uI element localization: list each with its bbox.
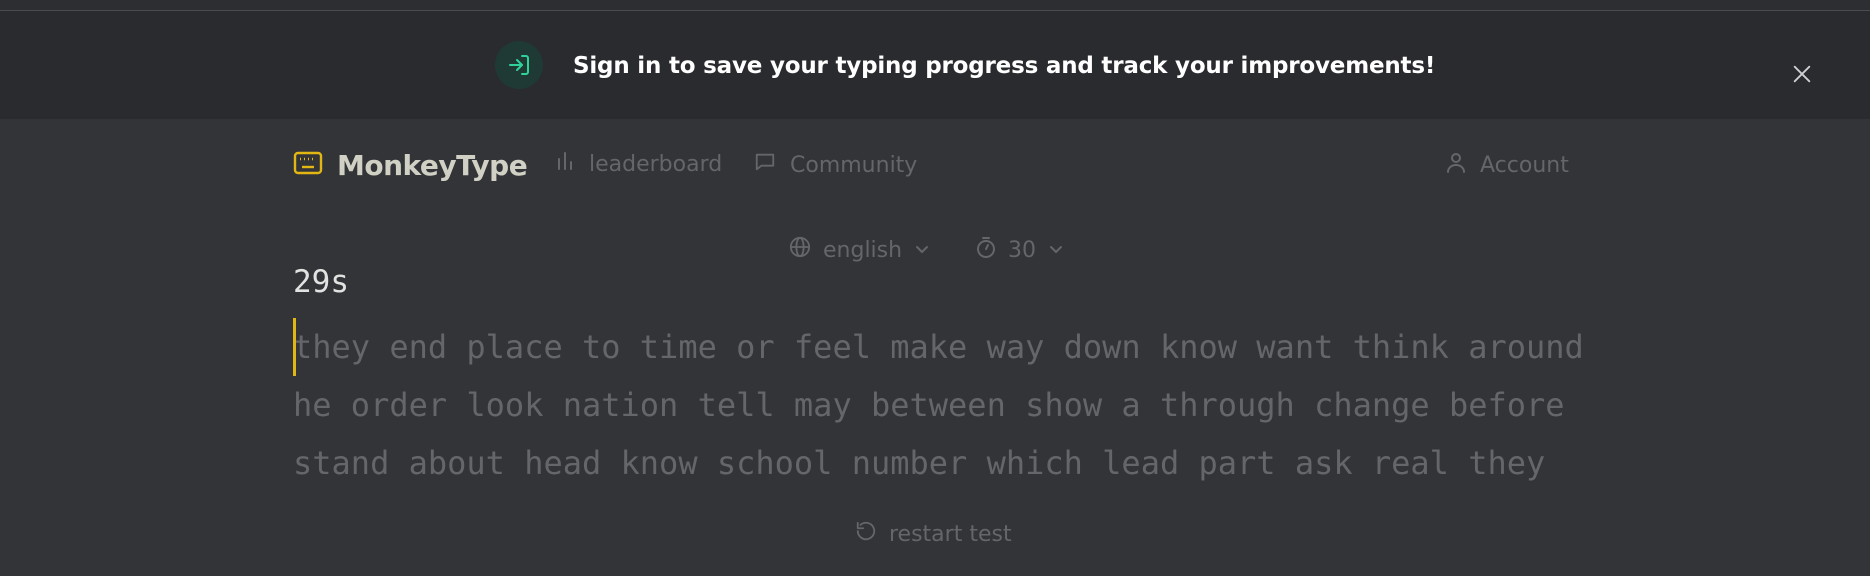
stopwatch-icon: [976, 236, 996, 264]
globe-icon: [789, 236, 811, 264]
restart-label: restart test: [889, 521, 1012, 547]
chevron-down-icon: [1048, 238, 1064, 263]
top-nav: MonkeyType leaderboard Community Account: [0, 119, 1870, 215]
brand-name: MonkeyType: [337, 149, 528, 182]
word-line: he order look nation tell may between sh…: [293, 386, 1565, 424]
test-config: english 30: [0, 236, 1870, 272]
nav-leaderboard[interactable]: leaderboard: [555, 151, 722, 177]
window-top-strip: [0, 0, 1870, 11]
sign-in-icon[interactable]: [495, 41, 543, 89]
typing-area[interactable]: they end place to time or feel make way …: [293, 318, 1593, 492]
restart-test-button[interactable]: restart test: [855, 520, 1012, 548]
duration-value: 30: [1008, 237, 1036, 263]
banner-message: Sign in to save your typing progress and…: [573, 53, 1436, 79]
bar-chart-icon: [555, 151, 575, 177]
restart-icon: [855, 520, 877, 548]
brand-logo[interactable]: MonkeyType: [293, 149, 528, 182]
chat-icon: [754, 151, 776, 179]
language-value: english: [823, 237, 903, 263]
nav-leaderboard-label: leaderboard: [589, 151, 723, 177]
close-icon[interactable]: [1790, 62, 1814, 86]
time-remaining: 29s: [293, 264, 349, 300]
user-icon: [1446, 151, 1466, 179]
keyboard-icon: [293, 150, 323, 181]
chevron-down-icon: [914, 238, 930, 263]
sign-in-banner: Sign in to save your typing progress and…: [0, 11, 1870, 119]
text-caret: [293, 318, 296, 376]
nav-community-label: Community: [790, 152, 918, 178]
language-select[interactable]: english: [789, 236, 930, 264]
duration-select[interactable]: 30: [976, 236, 1064, 264]
nav-community[interactable]: Community: [754, 151, 917, 179]
nav-account[interactable]: Account: [1446, 151, 1569, 179]
word-line: they end place to time or feel make way …: [293, 328, 1584, 366]
nav-account-label: Account: [1480, 152, 1569, 178]
word-line: stand about head know school number whic…: [293, 444, 1546, 482]
